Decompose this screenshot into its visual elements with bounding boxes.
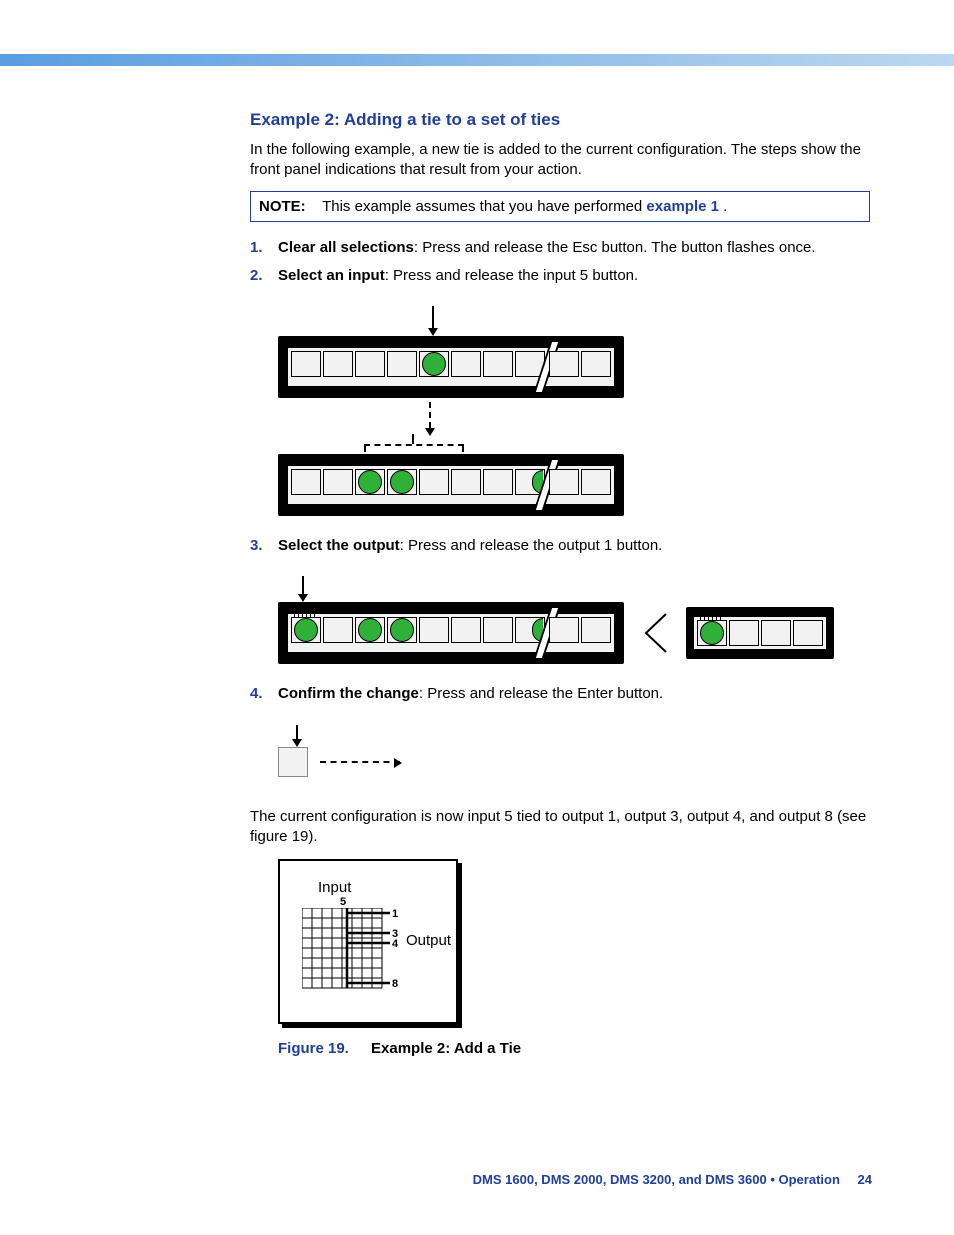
step-number: 2. (250, 266, 263, 286)
page-footer: DMS 1600, DMS 2000, DMS 3200, and DMS 36… (473, 1172, 872, 1187)
panel-row-3-aux (686, 607, 834, 659)
slot (451, 351, 481, 377)
out-row-1: 1 (392, 908, 398, 920)
diagram-step3 (278, 576, 870, 664)
slot-active (419, 351, 449, 377)
slot (549, 469, 579, 495)
step-strong: Confirm the change (278, 685, 419, 702)
step-number: 3. (250, 536, 263, 556)
step-rest: : Press and release the output 1 button. (400, 537, 663, 554)
slot (323, 617, 353, 643)
out-row-8: 8 (392, 978, 398, 990)
slot (451, 617, 481, 643)
step-strong: Select an input (278, 267, 385, 284)
slot (323, 351, 353, 377)
slot (483, 351, 513, 377)
slot-active (387, 469, 417, 495)
panel-row-1 (278, 336, 624, 398)
step-2: 2. Select an input: Press and release th… (250, 266, 870, 286)
slot (419, 617, 449, 643)
slot (355, 351, 385, 377)
step-4: 4. Confirm the change: Press and release… (250, 684, 870, 704)
slot-active (355, 469, 385, 495)
steps-list-cont: 3. Select the output: Press and release … (250, 536, 870, 556)
slot-active (291, 617, 321, 643)
slot (291, 351, 321, 377)
slot (581, 469, 611, 495)
page-header-bar (0, 54, 954, 66)
step-rest: : Press and release the Enter button. (419, 685, 663, 702)
slot (761, 620, 791, 646)
matrix-grid-icon (302, 908, 392, 992)
matrix-input-col: 5 (340, 896, 446, 908)
dashed-arrow-right-icon (320, 761, 400, 763)
panel-row-2 (278, 454, 624, 516)
figure-label: Figure 19. (278, 1040, 349, 1057)
slot-active (355, 617, 385, 643)
note-tail: . (723, 198, 727, 215)
steps-list-cont2: 4. Confirm the change: Press and release… (250, 684, 870, 704)
figure-caption: Figure 19. Example 2: Add a Tie (278, 1040, 870, 1057)
figure-title: Example 2: Add a Tie (371, 1040, 521, 1057)
slot (793, 620, 823, 646)
slot (387, 351, 417, 377)
slot-active (387, 617, 417, 643)
step-strong: Clear all selections (278, 239, 414, 256)
slot (451, 469, 481, 495)
note-label: NOTE: (259, 198, 306, 215)
slot (549, 617, 579, 643)
slot-active (697, 620, 727, 646)
slot (729, 620, 759, 646)
intro-paragraph: In the following example, a new tie is a… (250, 140, 870, 181)
enter-button-slot (278, 747, 308, 777)
result-paragraph: The current configuration is now input 5… (250, 807, 870, 848)
footer-text: DMS 1600, DMS 2000, DMS 3200, and DMS 36… (473, 1172, 840, 1187)
step-rest: : Press and release the input 5 button. (385, 267, 639, 284)
page-content: Example 2: Adding a tie to a set of ties… (250, 110, 870, 1057)
diagram-step4 (278, 725, 870, 777)
step-1: 1. Clear all selections: Press and relea… (250, 238, 870, 258)
footer-page: 24 (858, 1172, 872, 1187)
out-row-4: 4 (392, 938, 398, 950)
diagram-step2 (278, 306, 870, 516)
step-strong: Select the output (278, 537, 400, 554)
panel-row-3-main (278, 602, 624, 664)
slot (323, 469, 353, 495)
slot (483, 469, 513, 495)
slot (419, 469, 449, 495)
slot (581, 617, 611, 643)
note-link[interactable]: example 1 (646, 198, 719, 215)
step-3: 3. Select the output: Press and release … (250, 536, 870, 556)
note-text: This example assumes that you have perfo… (322, 198, 646, 215)
chevron-icon (642, 612, 668, 654)
slot (549, 351, 579, 377)
figure-19: Input 5 (278, 859, 870, 1057)
section-heading: Example 2: Adding a tie to a set of ties (250, 110, 870, 130)
slot (291, 469, 321, 495)
step-number: 1. (250, 238, 263, 258)
matrix-input-label: Input (318, 879, 446, 896)
step-number: 4. (250, 684, 263, 704)
note-box: NOTE: This example assumes that you have… (250, 191, 870, 222)
steps-list: 1. Clear all selections: Press and relea… (250, 238, 870, 287)
matrix-output-label: Output (406, 932, 451, 949)
slot (581, 351, 611, 377)
slot (483, 617, 513, 643)
step-rest: : Press and release the Esc button. The … (414, 239, 816, 256)
